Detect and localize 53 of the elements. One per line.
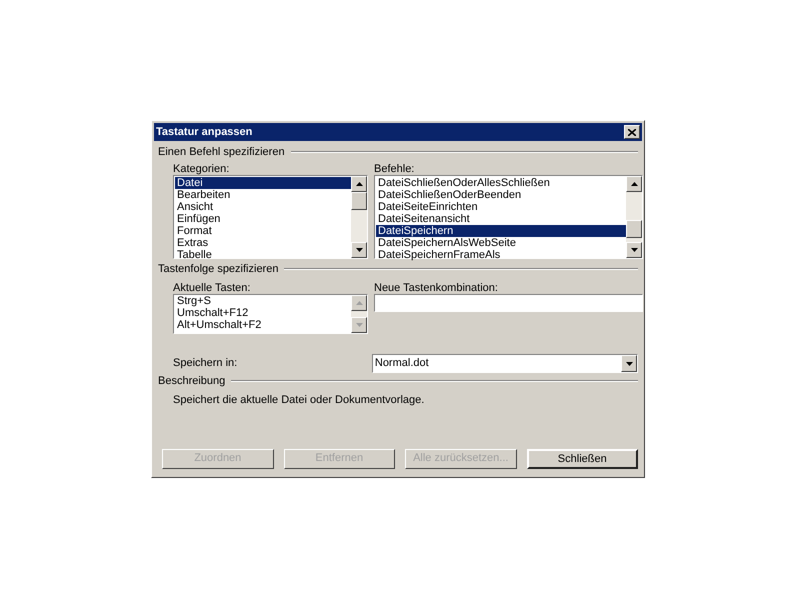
group-heading: Beschreibung [158, 374, 226, 389]
scrollbar[interactable] [626, 176, 642, 258]
up-arrow-icon [630, 182, 638, 186]
dialog-button[interactable]: Schließen [526, 448, 638, 468]
scroll-up-button[interactable] [351, 295, 367, 311]
field-label: Neue Tastenkombination: [374, 281, 499, 294]
scroll-up-button[interactable] [351, 176, 367, 192]
list-box[interactable]: Datei Bearbeiten Ansicht Einfügen Format Extras Tabelle [173, 175, 368, 259]
list-item[interactable]: Ansicht [175, 201, 351, 213]
list-item[interactable]: DateiSpeichernFrameAls [376, 249, 626, 261]
description-text: Speichert die aktuelle Datei oder Dokumentvorlage. [172, 393, 426, 408]
list-item[interactable]: Einfügen [175, 213, 351, 225]
list-item[interactable]: Umschalt+F12 [177, 307, 351, 319]
down-arrow-icon [630, 248, 638, 252]
up-arrow-icon [356, 301, 362, 305]
scroll-down-button[interactable] [351, 242, 367, 258]
down-arrow-icon [356, 323, 362, 327]
scrollbar[interactable] [351, 295, 367, 333]
list-item[interactable]: Tabelle [175, 249, 351, 261]
list-item[interactable]: DateiSpeichernAlsWebSeite [376, 237, 626, 249]
list-box[interactable]: DateiSchließenOderAllesSchließen DateiSchließenOderBeenden DateiSeiteEinrichten DateiSeitenansicht DateiSpeichern DateiSpeichernAlsWebSeite DateiSpeichernFrameAls [374, 175, 643, 259]
list-item[interactable]: DateiSeitenansicht [376, 213, 626, 225]
scroll-thumb[interactable] [351, 192, 367, 210]
list-box[interactable]: Strg+S Umschalt+F12 Alt+Umschalt+F2 [173, 294, 368, 334]
list-item[interactable]: Strg+S [177, 295, 351, 307]
group-heading: Einen Befehl spezifizieren [158, 144, 285, 160]
field-label: Befehle: [374, 162, 416, 175]
scroll-thumb[interactable] [626, 220, 642, 238]
list-item[interactable]: Bearbeiten [175, 189, 351, 201]
close-button[interactable] [624, 125, 640, 139]
scrollbar[interactable] [351, 176, 367, 258]
list-item[interactable]: Datei [175, 177, 351, 189]
close-icon [628, 128, 636, 136]
up-arrow-icon [356, 182, 362, 186]
list-item[interactable]: DateiSeiteEinrichten [376, 201, 626, 213]
input-field[interactable] [374, 294, 643, 312]
list-item[interactable]: Format [175, 225, 351, 237]
dropdown[interactable]: Normal.dot [372, 354, 638, 373]
field-label: Speichern in: [173, 356, 238, 372]
dropdown-arrow-icon [626, 362, 632, 366]
scroll-down-button[interactable] [626, 242, 642, 258]
window-title: Tastatur anpassen [156, 124, 252, 140]
field-label: Aktuelle Tasten: [173, 281, 252, 294]
list-item[interactable]: DateiSpeichern [376, 225, 626, 237]
scroll-up-button[interactable] [626, 176, 642, 192]
group-heading: Tastenfolge spezifizieren [158, 262, 278, 277]
list-item[interactable]: Extras [175, 237, 351, 249]
list-item[interactable]: Alt+Umschalt+F2 [177, 319, 351, 331]
field-label: Kategorien: [173, 162, 230, 175]
down-arrow-icon [356, 248, 362, 252]
list-item[interactable]: DateiSchließenOderBeenden [376, 189, 626, 201]
scroll-down-button[interactable] [351, 317, 367, 333]
list-item[interactable]: DateiSchließenOderAllesSchließen [376, 177, 626, 189]
